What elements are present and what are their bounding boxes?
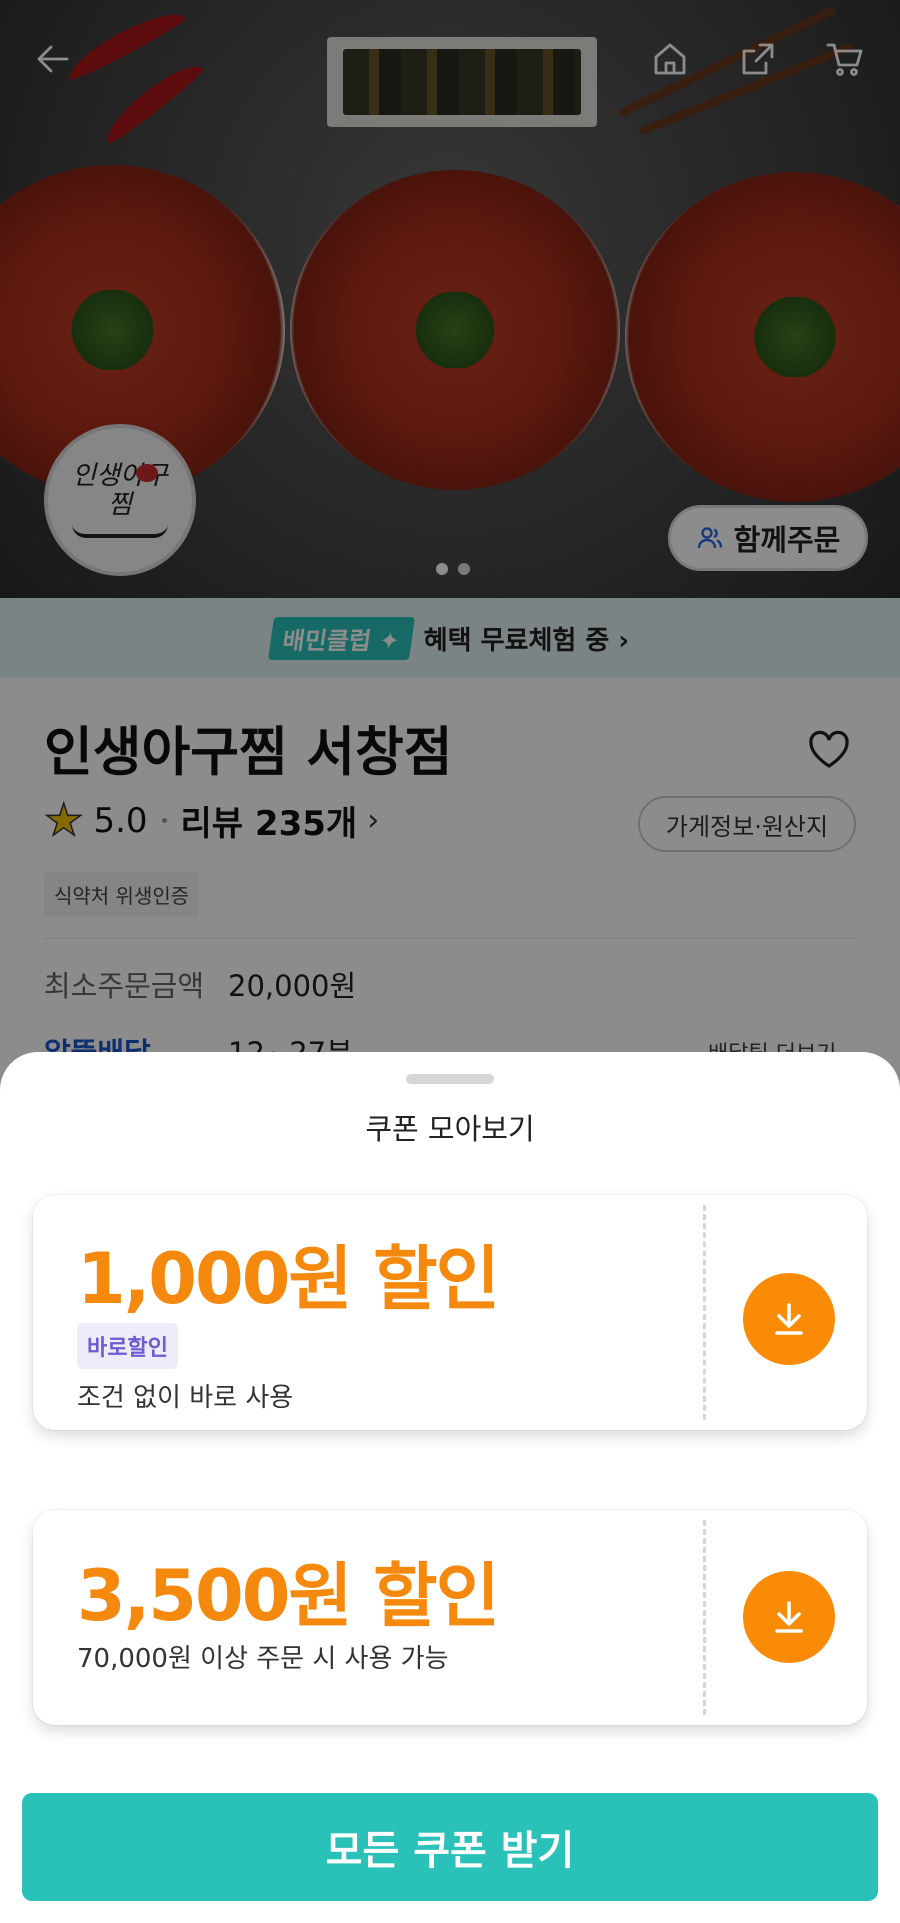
coupon-amount: 3,500원 할인: [77, 1555, 500, 1637]
coupon-amount: 1,000원 할인: [77, 1238, 500, 1320]
coupon-card: 3,500원 할인 70,000원 이상 주문 시 사용 가능: [33, 1510, 867, 1725]
coupon-download-button[interactable]: [743, 1273, 835, 1365]
download-icon: [775, 1303, 803, 1335]
coupon-card: 1,000원 할인 바로할인 조건 없이 바로 사용: [33, 1195, 867, 1430]
perforation-line: [703, 1205, 706, 1420]
sheet-title: 쿠폰 모아보기: [365, 1112, 535, 1146]
coupon-download-button[interactable]: [743, 1571, 835, 1663]
coupon-condition: 70,000원 이상 주문 시 사용 가능: [77, 1644, 449, 1674]
get-all-coupons-button[interactable]: 모든 쿠폰 받기: [22, 1793, 878, 1901]
download-icon: [775, 1601, 803, 1633]
perforation-line: [703, 1520, 706, 1715]
coupon-badge: 바로할인: [77, 1323, 178, 1369]
store-page: 인생아구찜 함께주문 배민클럽 ✦ 혜택 무료체험 중 › 인생아구찜 서창점 …: [0, 0, 900, 1923]
sheet-handle[interactable]: [406, 1074, 494, 1084]
coupon-condition: 조건 없이 바로 사용: [77, 1383, 294, 1413]
